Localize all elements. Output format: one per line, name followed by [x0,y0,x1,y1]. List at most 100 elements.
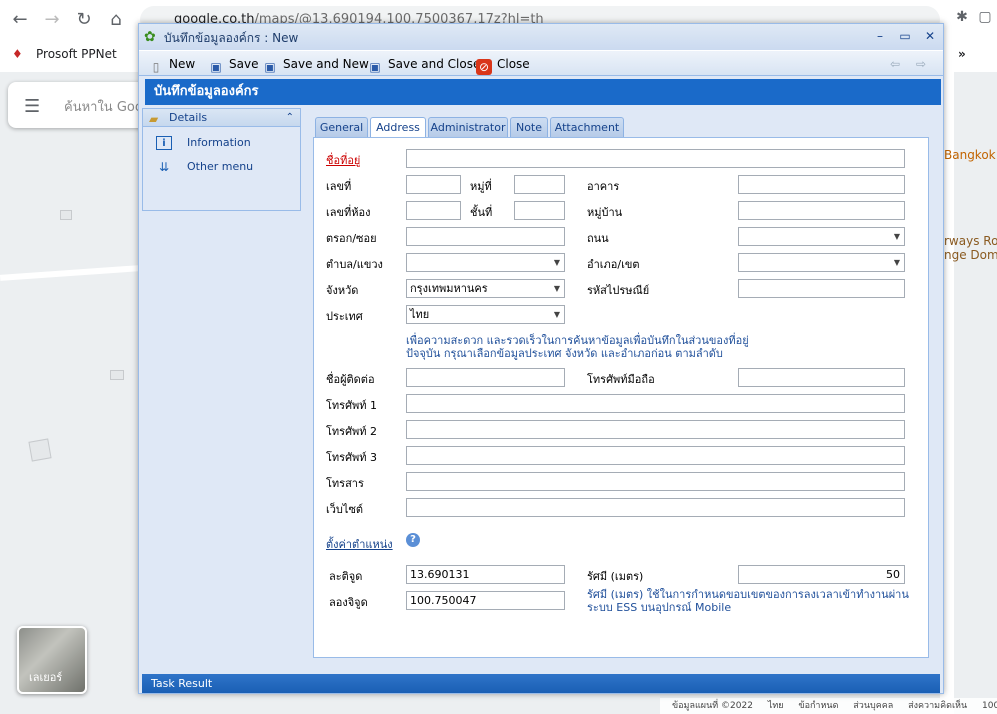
forward-icon[interactable]: → [40,8,64,32]
address-form: ชื่อที่อยู่ เลขที่ หมู่ที่ อาคาร เลขที่ห… [313,137,929,658]
home-icon[interactable]: ⌂ [104,8,128,32]
poi-airways-royal[interactable]: rways Roy [944,234,997,248]
dropdown-arrow-icon[interactable]: ▼ [894,228,900,245]
dropdown-arrow-icon[interactable]: ▼ [554,306,560,323]
house-no-field[interactable] [406,175,461,194]
menu-icon[interactable]: ☰ [24,96,40,117]
phone2-field[interactable] [406,420,905,439]
tab-address[interactable]: Address [370,117,426,138]
close-window-icon[interactable]: ✕ [922,28,938,44]
radius-field[interactable]: 50 [738,565,905,584]
help-icon[interactable]: ? [406,533,420,547]
website-label: เว็บไซต์ [326,503,364,516]
phone3-field[interactable] [406,446,905,465]
reload-icon[interactable]: ↻ [72,8,96,32]
dropdown-arrow-icon[interactable]: ▼ [554,254,560,271]
double-chevron-down-icon: ⇊ [158,160,170,174]
moo-field[interactable] [514,175,565,194]
dialog-titlebar[interactable]: ✿ บันทึกข้อมูลองค์กร : New – ▭ ✕ [139,24,943,50]
contact-field[interactable] [406,368,565,387]
organization-dialog: ✿ บันทึกข้อมูลองค์กร : New – ▭ ✕ ▯ New ▣ S… [138,23,944,694]
next-record-icon[interactable]: ⇨ [916,55,926,73]
contact-label: ชื่อผู้ติดต่อ [326,373,375,386]
province-label: จังหวัด [326,284,359,297]
task-result-bar[interactable]: Task Result [142,674,940,693]
phone3-label: โทรศัพท์ 3 [326,451,378,464]
menu-item-label: Information [187,136,251,149]
details-panel: ▰ Details ⌃ i Information ⇊ Other menu [142,108,301,211]
maximize-icon[interactable]: ▭ [897,28,913,44]
poi-lounge[interactable]: nge Dome [944,248,997,262]
postal-label: รหัสไปรษณีย์ [587,284,650,297]
subdistrict-select[interactable]: ▼ [406,253,565,272]
map-scale: 100 ม. [982,701,997,711]
longitude-field[interactable]: 100.750047 [406,591,565,610]
mobile-field[interactable] [738,368,905,387]
menu-item-other[interactable]: ⇊ Other menu [143,155,300,179]
tab-general[interactable]: General [315,117,368,137]
fax-field[interactable] [406,472,905,491]
bookmark-prosoft[interactable]: Prosoft PPNet [36,44,117,64]
layers-button[interactable]: เลเยอร์ [17,626,87,694]
room-no-field[interactable] [406,201,461,220]
details-panel-header[interactable]: ▰ Details ⌃ [143,109,300,127]
map-footer-item[interactable]: ส่งความคิดเห็น [908,701,967,711]
phone1-field[interactable] [406,394,905,413]
country-select[interactable]: ไทย ▼ [406,305,565,324]
map-footer-item[interactable]: ส่วนบุคคล [853,701,893,711]
form-header: บันทึกข้อมูลองค์กร [145,79,941,105]
save-icon: ▣ [210,60,222,74]
extensions-icon[interactable]: ✱ [952,9,972,29]
folder-icon: ▰ [149,112,159,126]
map-building [110,370,124,380]
postal-field[interactable] [738,279,905,298]
phone1-label: โทรศัพท์ 1 [326,399,378,412]
minimize-icon[interactable]: – [872,28,888,44]
tab-administrator[interactable]: Administrator [428,117,508,137]
map-footer-item: ข้อมูลแผนที่ ©2022 [672,701,753,711]
prev-record-icon[interactable]: ⇦ [890,55,900,73]
road-select[interactable]: ▼ [738,227,905,246]
moo-label: หมู่ที่ [470,180,492,193]
save-and-new-button[interactable]: ▣ Save and New [262,55,369,74]
set-location-link[interactable]: ตั้งค่าตำแหน่ง [326,535,393,553]
back-icon[interactable]: ← [8,8,32,32]
details-panel-title: Details [169,111,208,124]
poi-bangkok-airways[interactable]: Bangkok Airways [944,148,997,162]
save-and-close-button[interactable]: ▣ Save and Close [367,55,480,74]
bookmarks-more[interactable]: » [958,44,966,64]
main-panel: General Address Administrator Note Attac… [303,108,940,676]
map-building [28,438,52,462]
tab-note[interactable]: Note [510,117,548,137]
dropdown-arrow-icon[interactable]: ▼ [554,280,560,297]
map-footer: ข้อมูลแผนที่ ©2022 ไทย ข้อกำหนด ส่วนบุคค… [660,698,997,714]
dropdown-arrow-icon[interactable]: ▼ [894,254,900,271]
village-field[interactable] [738,201,905,220]
floor-field[interactable] [514,201,565,220]
radius-hint-line1: รัศมี (เมตร) ใช้ในการกำหนดขอบเขตของการลง… [587,588,909,601]
save-and-new-label: Save and New [283,57,369,71]
new-button[interactable]: ▯ New [148,55,196,74]
district-select[interactable]: ▼ [738,253,905,272]
province-select-value: กรุงเทพมหานคร [410,282,488,295]
tab-attachment[interactable]: Attachment [550,117,624,137]
map-search-box[interactable]: ☰ ค้นหาใน Google [8,82,158,128]
collapse-icon[interactable]: ⌃ [286,109,294,127]
address-name-field[interactable] [406,149,905,168]
radius-label: รัศมี (เมตร) [587,570,644,583]
subdistrict-label: ตำบล/แขวง [326,258,383,271]
info-icon: i [156,136,172,150]
map-footer-item[interactable]: ข้อกำหนด [798,701,838,711]
map-footer-item[interactable]: ไทย [768,701,784,711]
floor-label: ชั้นที่ [470,206,493,219]
latitude-field[interactable]: 13.690131 [406,565,565,584]
dialog-title: บันทึกข้อมูลองค์กร : New [164,31,299,45]
soi-field[interactable] [406,227,565,246]
profile-icon[interactable]: ▢ [976,9,994,29]
save-button[interactable]: ▣ Save [208,55,258,74]
province-select[interactable]: กรุงเทพมหานคร ▼ [406,279,565,298]
building-field[interactable] [738,175,905,194]
website-field[interactable] [406,498,905,517]
menu-item-information[interactable]: i Information [143,131,300,155]
close-button[interactable]: ⊘ Close [476,55,530,75]
